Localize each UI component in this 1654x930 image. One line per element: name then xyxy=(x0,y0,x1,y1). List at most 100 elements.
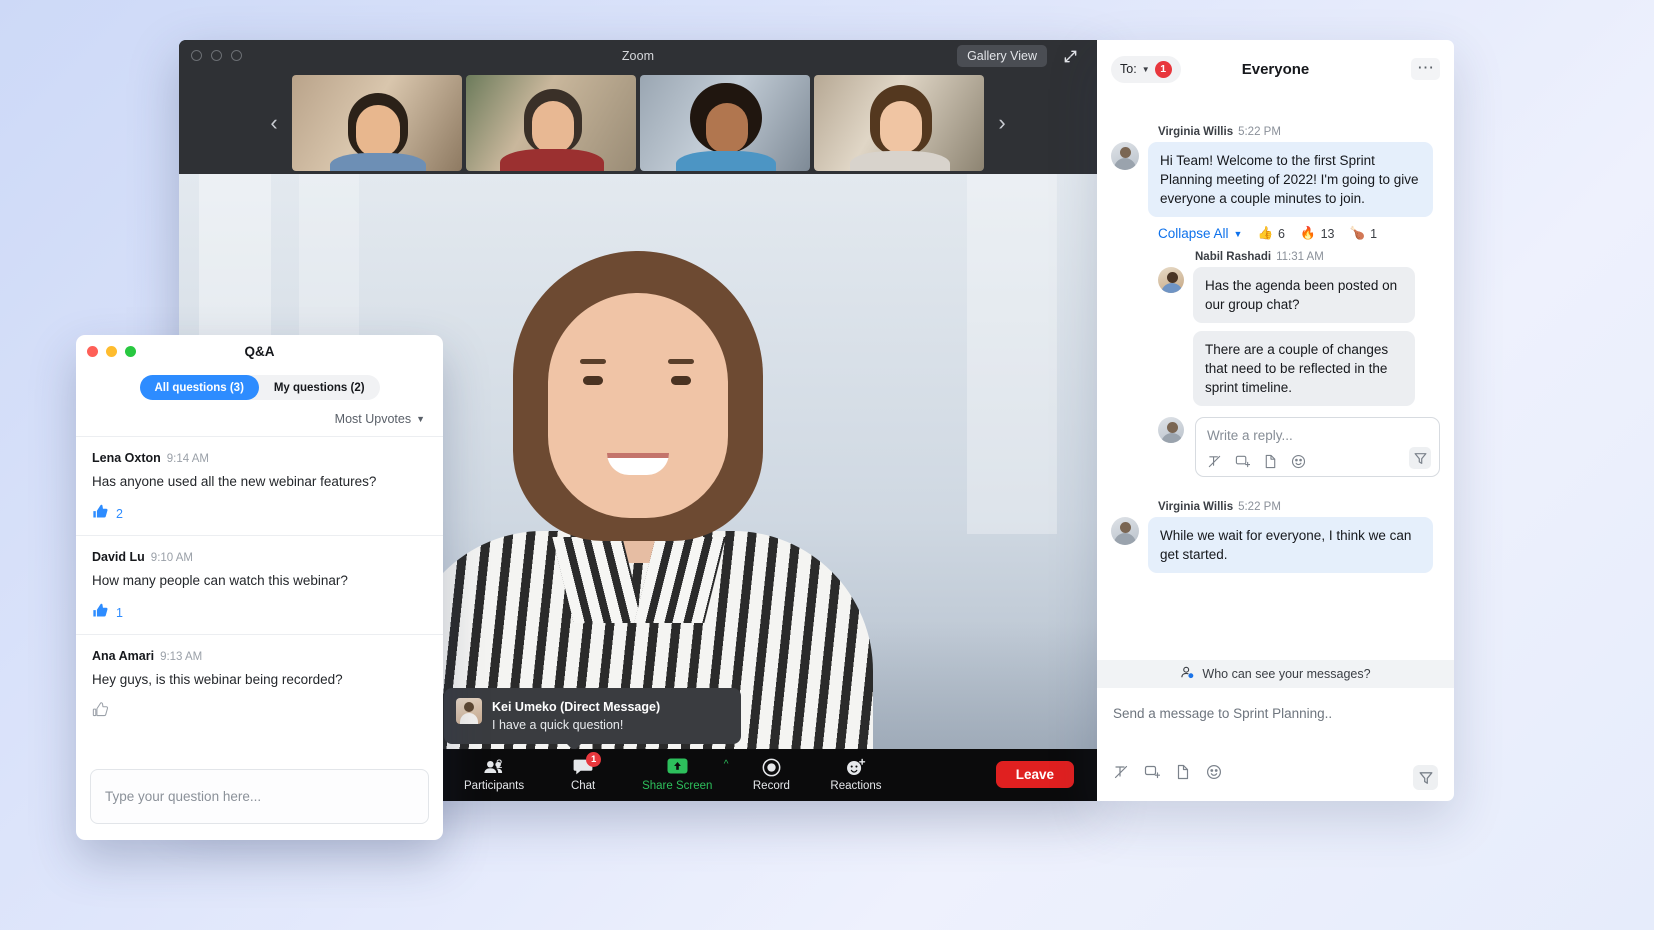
reactions-button[interactable]: Reactions xyxy=(830,757,881,793)
thread-reply-composer: Write a reply... xyxy=(1158,417,1440,477)
chat-panel: To: ▼ 1 Everyone ⋯ Virginia Willis 5:22 P… xyxy=(1097,40,1454,801)
message-text: While we wait for everyone, I think we c… xyxy=(1148,517,1433,573)
reply-input[interactable]: Write a reply... xyxy=(1195,417,1440,477)
participant-filmstrip: ‹ xyxy=(179,71,1097,174)
share-screen-label: Share Screen xyxy=(642,780,712,793)
message-time: 5:22 PM xyxy=(1238,126,1281,138)
qa-upvote-button[interactable]: 2 xyxy=(92,504,427,523)
screenshot-icon[interactable] xyxy=(1144,764,1160,785)
chat-label: Chat xyxy=(571,780,595,793)
message-reactions-row: Collapse All ▼ 👍 6 🔥 13 🍗 1 xyxy=(1158,226,1440,241)
record-button[interactable]: Record xyxy=(746,757,796,793)
reply-text: Has the agenda been posted on our group … xyxy=(1193,267,1415,323)
person-privacy-icon xyxy=(1180,665,1195,683)
send-icon[interactable] xyxy=(1409,447,1431,469)
participants-label: Participants xyxy=(464,780,524,793)
tab-my-questions[interactable]: My questions (2) xyxy=(259,375,380,400)
chat-recipient-selector[interactable]: To: ▼ 1 xyxy=(1111,56,1181,83)
chevron-left-icon[interactable]: ‹ xyxy=(261,112,287,134)
collapse-all-button[interactable]: Collapse All ▼ xyxy=(1158,226,1242,241)
zoom-titlebar: Zoom Gallery View xyxy=(179,40,1097,71)
participant-tile[interactable] xyxy=(640,75,810,171)
qa-question-meta: David Lu 9:10 AM xyxy=(92,550,427,564)
avatar xyxy=(1111,142,1139,170)
qa-question-item: David Lu 9:10 AM How many people can watc… xyxy=(76,535,443,634)
screenshot-icon[interactable] xyxy=(1235,454,1250,469)
qa-question-input[interactable]: Type your question here... xyxy=(90,769,429,824)
emoji-icon[interactable] xyxy=(1291,454,1306,469)
leave-button[interactable]: Leave xyxy=(996,761,1074,788)
chevron-right-icon[interactable]: › xyxy=(989,112,1015,134)
tab-all-questions[interactable]: All questions (3) xyxy=(140,375,259,400)
file-icon[interactable] xyxy=(1263,454,1278,469)
qa-upvote-button[interactable]: 1 xyxy=(92,603,427,622)
qa-upvote-count: 2 xyxy=(116,507,123,521)
qa-author: David Lu xyxy=(92,550,145,564)
message-thread: Nabil Rashadi11:31 AM Has the agenda bee… xyxy=(1158,251,1440,477)
participant-tile[interactable] xyxy=(814,75,984,171)
qa-question-meta: Lena Oxton 9:14 AM xyxy=(92,451,427,465)
reply-placeholder: Write a reply... xyxy=(1207,428,1428,443)
qa-time: 9:10 AM xyxy=(151,552,193,564)
message-author: Virginia Willis xyxy=(1158,501,1233,513)
qa-question-text: Hey guys, is this webinar being recorded… xyxy=(92,670,427,689)
qa-input-placeholder: Type your question here... xyxy=(105,789,261,804)
fire-count: 13 xyxy=(1321,227,1335,241)
chat-unread-badge: 1 xyxy=(586,752,601,767)
message-text: Hi Team! Welcome to the first Sprint Pla… xyxy=(1148,142,1433,217)
qa-question-text: Has anyone used all the new webinar feat… xyxy=(92,472,427,491)
thumbs-up-count: 6 xyxy=(1278,227,1285,241)
privacy-notice[interactable]: Who can see your messages? xyxy=(1097,660,1454,688)
thumbs-up-reaction[interactable]: 👍 6 xyxy=(1257,226,1285,241)
fire-emoji: 🔥 xyxy=(1300,226,1316,241)
chat-composer[interactable]: Send a message to Sprint Planning.. xyxy=(1097,688,1454,801)
format-text-icon[interactable] xyxy=(1113,764,1129,785)
direct-message-toast[interactable]: Kei Umeko (Direct Message) I have a quic… xyxy=(444,688,741,744)
chat-header: To: ▼ 1 Everyone ⋯ xyxy=(1097,40,1454,98)
chat-button[interactable]: 1 Chat xyxy=(558,757,608,793)
gallery-view-button[interactable]: Gallery View xyxy=(957,45,1047,67)
emoji-icon[interactable] xyxy=(1206,764,1222,785)
chevron-down-icon: ▼ xyxy=(1142,65,1150,74)
participants-button[interactable]: 2 Participants xyxy=(464,757,524,793)
reactions-label: Reactions xyxy=(830,780,881,793)
meat-count: 1 xyxy=(1370,227,1377,241)
reply-text: There are a couple of changes that need … xyxy=(1193,331,1415,406)
avatar xyxy=(1158,267,1184,293)
participant-tile[interactable] xyxy=(466,75,636,171)
qa-question-text: How many people can watch this webinar? xyxy=(92,571,427,590)
avatar xyxy=(1158,417,1184,443)
qa-tab-bar: All questions (3) My questions (2) xyxy=(140,375,380,400)
qa-upvote-button[interactable] xyxy=(92,702,427,721)
share-screen-icon xyxy=(667,757,688,777)
fire-reaction[interactable]: 🔥 13 xyxy=(1300,226,1334,241)
chat-message-list[interactable]: Virginia Willis 5:22 PM Hi Team! Welcome … xyxy=(1097,98,1454,660)
qa-upvote-count: 1 xyxy=(116,606,123,620)
send-icon[interactable] xyxy=(1413,765,1438,790)
share-screen-button[interactable]: Share Screen ^ xyxy=(642,757,712,793)
format-text-icon[interactable] xyxy=(1207,454,1222,469)
privacy-label: Who can see your messages? xyxy=(1202,667,1370,681)
thumbs-up-emoji: 👍 xyxy=(1257,226,1273,241)
avatar xyxy=(1111,517,1139,545)
collapse-all-label: Collapse All xyxy=(1158,226,1229,241)
participant-tile[interactable] xyxy=(292,75,462,171)
qa-question-item: Lena Oxton 9:14 AM Has anyone used all th… xyxy=(76,436,443,535)
fullscreen-icon[interactable] xyxy=(1059,45,1081,67)
qa-question-item: Ana Amari9:13 AM Hey guys, is this webin… xyxy=(76,634,443,733)
qa-author: Lena Oxton xyxy=(92,451,161,465)
qa-time: 9:14 AM xyxy=(167,453,209,465)
qa-author: Ana Amari xyxy=(92,649,154,663)
qa-question-meta: Ana Amari9:13 AM xyxy=(92,649,427,663)
more-options-icon[interactable]: ⋯ xyxy=(1411,58,1440,80)
recipient-badge: 1 xyxy=(1155,61,1172,78)
qa-title: Q&A xyxy=(76,344,443,359)
file-icon[interactable] xyxy=(1175,764,1191,785)
reply-author: Nabil Rashadi xyxy=(1195,251,1271,263)
chevron-up-icon[interactable]: ^ xyxy=(724,759,729,770)
dm-sender-name: Kei Umeko (Direct Message) xyxy=(492,698,660,716)
message-author: Virginia Willis xyxy=(1158,126,1233,138)
qa-sort-selector[interactable]: Most Upvotes ▼ xyxy=(76,400,443,436)
meat-reaction[interactable]: 🍗 1 xyxy=(1349,226,1377,241)
avatar xyxy=(456,698,482,724)
